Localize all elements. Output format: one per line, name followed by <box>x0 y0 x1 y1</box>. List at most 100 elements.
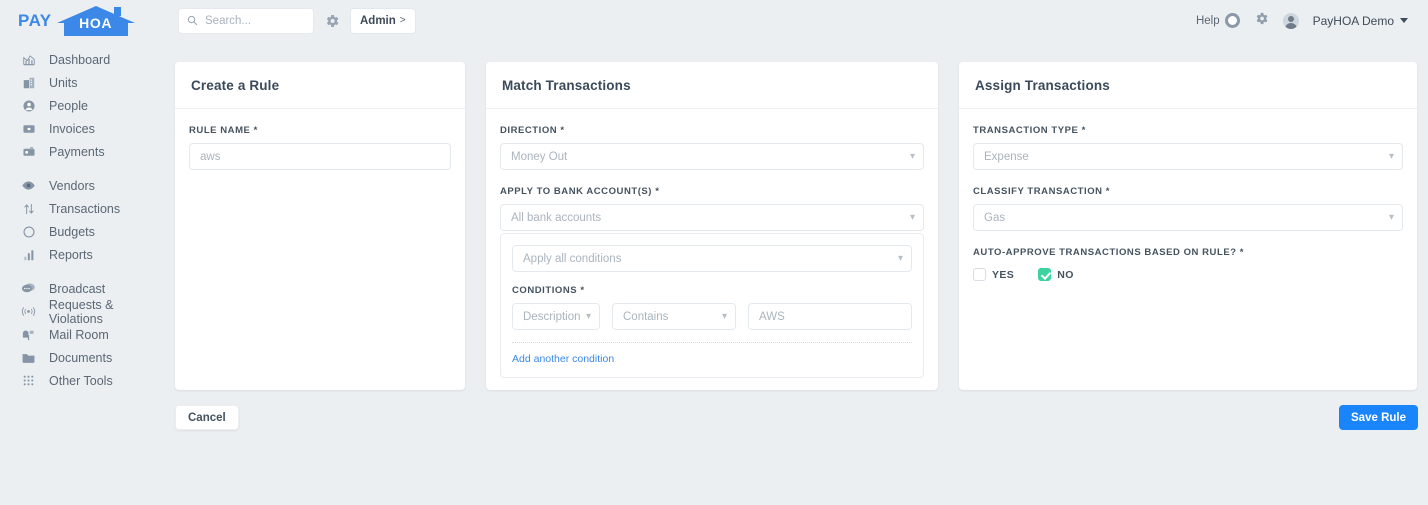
rule-name-label: RULE NAME * <box>189 125 258 136</box>
sidebar-divider-1 <box>0 163 170 174</box>
sidebar-item-requests-violations[interactable]: Requests & Violations <box>0 297 170 326</box>
transaction-type-value: Expense <box>984 150 1029 163</box>
direction-value: Money Out <box>511 150 568 163</box>
chevron-down-icon: ▾ <box>585 311 591 322</box>
auto-approve-yes-label: YES <box>992 268 1015 281</box>
condition-value-input[interactable]: AWS <box>748 303 912 330</box>
chevron-down-icon: ▾ <box>897 253 903 264</box>
chevron-down-icon <box>1400 18 1408 23</box>
person-circle-icon <box>20 99 37 113</box>
auto-approve-no-option[interactable]: NO <box>1038 268 1074 281</box>
apply-conditions-select[interactable]: Apply all conditions ▾ <box>512 245 912 272</box>
settings-gear-button[interactable] <box>324 13 340 29</box>
sidebar-item-people[interactable]: People <box>0 94 170 117</box>
arrows-updown-icon <box>20 202 37 216</box>
sidebar-divider-2 <box>0 266 170 277</box>
sidebar-item-payments[interactable]: Payments <box>0 140 170 163</box>
sidebar-item-label: Payments <box>49 144 105 159</box>
logo-pay-text: PAY <box>18 10 52 30</box>
conditions-label: CONDITIONS * <box>512 285 585 296</box>
gear-icon <box>1256 12 1268 24</box>
sidebar-item-documents[interactable]: Documents <box>0 346 170 369</box>
direction-label: DIRECTION * <box>500 125 565 136</box>
classify-transaction-value: Gas <box>984 211 1006 224</box>
match-transactions-body: DIRECTION * Money Out ▾ APPLY TO BANK AC… <box>486 109 938 396</box>
user-avatar[interactable] <box>1282 12 1299 29</box>
match-transactions-card: Match Transactions DIRECTION * Money Out… <box>486 62 938 390</box>
bar-reports-icon <box>20 248 37 262</box>
sidebar-item-label: Invoices <box>49 121 95 136</box>
auto-approve-no-label: NO <box>1057 268 1074 281</box>
assign-transactions-card: Assign Transactions TRANSACTION TYPE * E… <box>959 62 1417 390</box>
checkbox-checked-icon[interactable] <box>1038 268 1052 281</box>
main-content: Create a Rule RULE NAME * aws Match Tran… <box>175 62 1417 390</box>
conditions-group: Apply all conditions ▾ CONDITIONS * Desc… <box>500 233 924 378</box>
condition-value-text: AWS <box>759 310 785 323</box>
speech-bubble-icon <box>20 281 37 296</box>
direction-select[interactable]: Money Out ▾ <box>500 143 924 170</box>
organization-label: PayHOA Demo <box>1312 13 1394 28</box>
rule-name-value: aws <box>200 150 221 163</box>
transaction-type-label: TRANSACTION TYPE * <box>973 125 1086 136</box>
sidebar-item-units[interactable]: Units <box>0 71 170 94</box>
grid-dots-icon <box>20 374 37 387</box>
classify-transaction-select[interactable]: Gas ▾ <box>973 204 1403 231</box>
sidebar-item-budgets[interactable]: Budgets <box>0 220 170 243</box>
condition-field-select[interactable]: Description ▾ <box>512 303 600 330</box>
sidebar-item-label: Mail Room <box>49 327 109 342</box>
global-settings-button[interactable] <box>1254 11 1269 31</box>
chevron-down-icon: ▾ <box>909 151 915 162</box>
logo-hoa-text: HOA <box>79 14 113 31</box>
admin-button[interactable]: Admin > <box>350 7 416 34</box>
help-ring-icon <box>1224 13 1240 28</box>
rule-builder-cards: Create a Rule RULE NAME * aws Match Tran… <box>175 62 1417 390</box>
form-footer: Cancel Save Rule <box>175 405 1418 430</box>
help-button[interactable]: Help <box>1196 13 1240 28</box>
admin-button-label: Admin <box>360 14 396 27</box>
app-logo[interactable]: PAY HOA <box>0 5 170 36</box>
transaction-type-select[interactable]: Expense ▾ <box>973 143 1403 170</box>
sidebar-item-label: Requests & Violations <box>48 297 114 326</box>
sidebar-item-vendors[interactable]: Vendors <box>0 174 170 197</box>
sidebar-item-other-tools[interactable]: Other Tools <box>0 369 170 392</box>
conditions-divider <box>512 342 912 343</box>
chevron-down-icon: ▾ <box>1388 212 1394 223</box>
auto-approve-options: YES NO <box>973 268 1403 281</box>
bank-accounts-select[interactable]: All bank accounts ▾ <box>500 204 924 231</box>
organization-selector[interactable]: PayHOA Demo <box>1313 14 1408 28</box>
payments-icon <box>20 145 37 159</box>
top-bar: PAY HOA Search... Admin > Help PayHOA De… <box>0 0 1428 41</box>
add-another-condition-link[interactable]: Add another condition <box>512 353 912 365</box>
classify-transaction-label: CLASSIFY TRANSACTION * <box>973 186 1111 197</box>
rule-name-input[interactable]: aws <box>189 143 451 170</box>
sidebar-item-label: Dashboard <box>49 52 111 67</box>
search-input[interactable]: Search... <box>178 7 314 34</box>
condition-operator-select[interactable]: Contains ▾ <box>612 303 736 330</box>
create-rule-card: Create a Rule RULE NAME * aws <box>175 62 465 390</box>
chevron-down-icon: ▾ <box>909 212 915 223</box>
assign-transactions-body: TRANSACTION TYPE * Expense ▾ CLASSIFY TR… <box>959 109 1417 299</box>
cancel-button[interactable]: Cancel <box>175 405 239 430</box>
sidebar-item-reports[interactable]: Reports <box>0 243 170 266</box>
sidebar: Dashboard Units People Invoices Payments… <box>0 48 170 392</box>
sidebar-item-transactions[interactable]: Transactions <box>0 197 170 220</box>
mailbox-icon <box>20 327 37 342</box>
folder-icon <box>20 350 37 365</box>
broadcast-signal-icon <box>20 304 37 319</box>
circle-budgets-icon <box>20 225 37 239</box>
eye-vendors-icon <box>20 178 37 193</box>
sidebar-item-label: Units <box>49 75 78 90</box>
admin-chevron-icon: > <box>399 15 406 26</box>
checkbox-unchecked-icon[interactable] <box>973 268 986 281</box>
sidebar-item-invoices[interactable]: Invoices <box>0 117 170 140</box>
sidebar-item-mail-room[interactable]: Mail Room <box>0 323 170 346</box>
auto-approve-yes-option[interactable]: YES <box>973 268 1014 281</box>
house-logo-icon: HOA <box>56 5 135 36</box>
top-right-actions: Help PayHOA Demo <box>1196 11 1428 31</box>
sidebar-item-dashboard[interactable]: Dashboard <box>0 48 170 71</box>
chevron-down-icon: ▾ <box>1388 151 1394 162</box>
condition-operator-value: Contains <box>623 310 669 323</box>
sidebar-item-label: Reports <box>49 247 93 262</box>
save-rule-button[interactable]: Save Rule <box>1339 405 1418 430</box>
help-label: Help <box>1195 14 1220 27</box>
